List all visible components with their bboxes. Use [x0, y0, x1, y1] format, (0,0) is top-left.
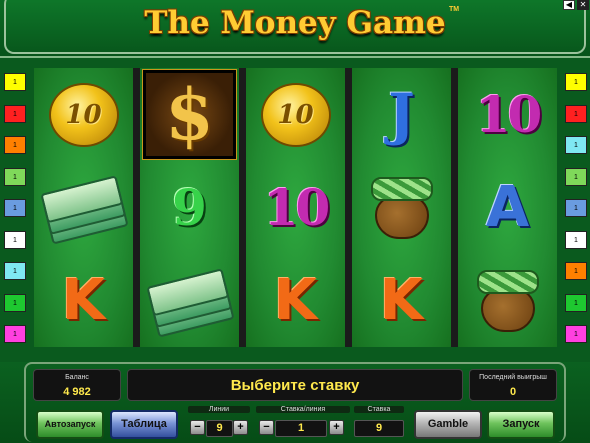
payline-left-3[interactable]: 1	[4, 136, 26, 154]
payline-right-8[interactable]: 1	[565, 293, 587, 312]
reels-area: 10 K $ 9 10 10 K J K 10 A	[34, 68, 557, 347]
gamble-button[interactable]: Gamble	[414, 410, 482, 439]
symbol-ten: 10	[458, 68, 557, 161]
j-symbol: J	[388, 81, 415, 148]
money-bag-icon	[473, 266, 543, 336]
table-button[interactable]: Таблица	[110, 410, 178, 439]
coin-icon: 10	[260, 82, 331, 147]
payline-right-1[interactable]: 1	[565, 73, 587, 91]
payline-left-4[interactable]: 1	[4, 167, 26, 186]
reel-4: J K	[352, 68, 451, 347]
payline-right-6[interactable]: 1	[565, 230, 587, 249]
ten-symbol: 10	[475, 85, 543, 144]
k-symbol: K	[379, 268, 424, 333]
bet-line-plus-button[interactable]: +	[329, 420, 344, 435]
symbol-money-bills	[34, 161, 133, 254]
reel-3: 10 10 K	[246, 68, 345, 347]
money-bills-icon	[141, 261, 239, 340]
bet-line-label: Ставка/линия	[256, 406, 350, 413]
payline-right-3[interactable]: 1	[565, 136, 587, 154]
payline-left-6[interactable]: 1	[4, 230, 26, 249]
bet-value: 9	[354, 420, 404, 437]
lines-minus-button[interactable]: −	[190, 420, 205, 435]
k-symbol: K	[61, 268, 106, 333]
balance-label: Баланс	[65, 374, 89, 381]
k-symbol: K	[273, 268, 318, 333]
payline-left-9[interactable]: 1	[4, 325, 26, 343]
reel-2: $ 9	[140, 68, 239, 347]
last-win-label: Последний выигрыш	[479, 374, 547, 381]
dollar-icon: $	[142, 69, 237, 160]
symbol-money-bag	[352, 161, 451, 254]
payline-right-9[interactable]: 1	[565, 325, 587, 343]
symbol-k: K	[34, 254, 133, 347]
trademark: TM	[449, 6, 460, 13]
symbol-coin-10: 10	[34, 68, 133, 161]
payline-right-5[interactable]: 1	[565, 199, 587, 217]
close-icon[interactable]: ✕	[577, 0, 589, 10]
payline-left-7[interactable]: 1	[4, 262, 26, 280]
money-bag-icon	[367, 173, 437, 243]
symbol-j: J	[352, 68, 451, 161]
bet-label: Ставка	[354, 406, 404, 413]
symbol-k: K	[246, 254, 345, 347]
symbol-money-bills	[140, 254, 239, 347]
autostart-button[interactable]: Автозапуск	[36, 410, 104, 439]
balance-value: 4 982	[63, 386, 91, 398]
speaker-icon[interactable]: ◀	[563, 0, 575, 10]
payline-left-2[interactable]: 1	[4, 104, 26, 123]
lines-value: 9	[206, 420, 233, 437]
coin-icon: 10	[48, 82, 119, 147]
payline-right-2[interactable]: 1	[565, 104, 587, 123]
symbol-money-bag	[458, 254, 557, 347]
symbol-a: A	[458, 161, 557, 254]
nine-symbol: 9	[172, 178, 207, 237]
symbol-dollar: $	[140, 68, 239, 161]
symbol-coin-10: 10	[246, 68, 345, 161]
payline-right-7[interactable]: 1	[565, 262, 587, 280]
money-bills-icon	[35, 168, 133, 247]
symbol-ten: 10	[246, 161, 345, 254]
payline-left-1[interactable]: 1	[4, 73, 26, 91]
symbol-k: K	[352, 254, 451, 347]
payline-left-8[interactable]: 1	[4, 293, 26, 312]
message-display: Выберите ставку	[127, 369, 463, 401]
payline-left-5[interactable]: 1	[4, 199, 26, 217]
symbol-nine: 9	[140, 161, 239, 254]
a-symbol: A	[485, 175, 530, 240]
last-win-panel: Последний выигрыш 0	[469, 369, 557, 401]
lines-plus-button[interactable]: +	[233, 420, 248, 435]
reel-1: 10 K	[34, 68, 133, 347]
ten-symbol: 10	[263, 178, 331, 237]
bet-line-minus-button[interactable]: −	[259, 420, 274, 435]
balance-panel: Баланс 4 982	[33, 369, 121, 401]
start-button[interactable]: Запуск	[487, 410, 555, 439]
game-title: The Money Game	[144, 5, 446, 41]
last-win-value: 0	[509, 386, 517, 398]
reel-5: 10 A	[458, 68, 557, 347]
payline-right-4[interactable]: 1	[565, 167, 587, 186]
bet-line-value: 1	[275, 420, 327, 437]
lines-label: Линии	[188, 406, 250, 413]
